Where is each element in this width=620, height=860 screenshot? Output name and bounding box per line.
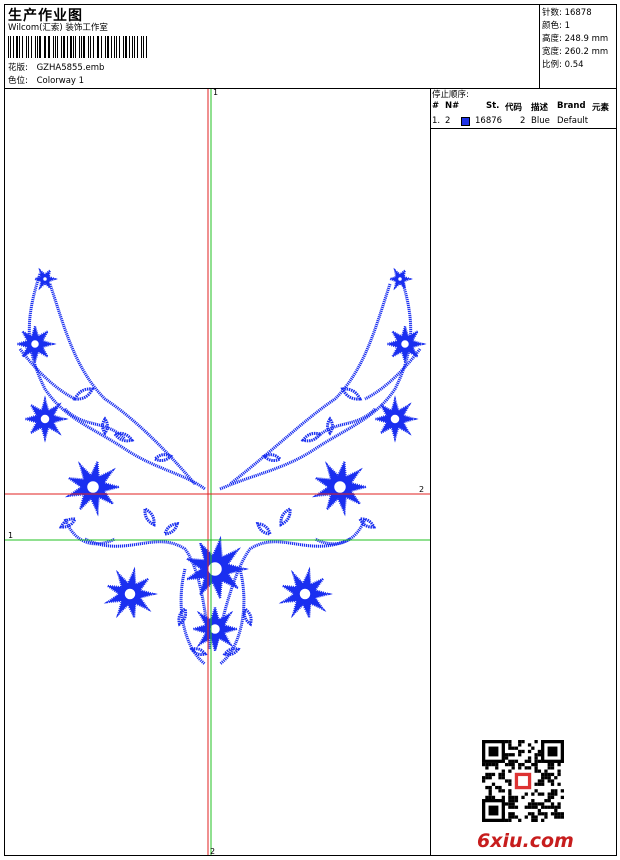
panel-divider bbox=[430, 88, 431, 856]
design-label: 花版: bbox=[8, 63, 28, 73]
col-brand: Brand bbox=[557, 101, 586, 111]
stat-height: 高度: 248.9 mm bbox=[542, 32, 608, 44]
stat-stitches: 针数: 16878 bbox=[542, 6, 592, 18]
stats-divider bbox=[539, 4, 540, 88]
company-name: Wilcom(汇索) 装饰工作室 bbox=[8, 23, 108, 33]
stat-label: 宽度: bbox=[542, 47, 562, 57]
row-brand: Default bbox=[557, 116, 589, 126]
row-index: 1. bbox=[432, 116, 441, 126]
stat-value: 260.2 mm bbox=[564, 47, 609, 57]
stat-value: 248.9 mm bbox=[564, 34, 609, 44]
stat-label: 比例: bbox=[542, 60, 562, 70]
guide-label-left: 1 bbox=[8, 531, 14, 540]
colorway-label: 色位: bbox=[8, 76, 28, 86]
guide-label-right: 2 bbox=[419, 485, 425, 494]
table-divider bbox=[430, 128, 617, 129]
colorway-value: Colorway 1 bbox=[36, 76, 85, 86]
col-element: 元素 bbox=[592, 103, 610, 113]
design-row: 花版: GZHA5855.emb bbox=[8, 62, 104, 74]
design-canvas[interactable] bbox=[5, 89, 430, 855]
stat-label: 高度: bbox=[542, 34, 562, 44]
stat-value: 16878 bbox=[564, 8, 592, 18]
col-needle: N# bbox=[445, 101, 460, 111]
embroidery-design bbox=[13, 267, 427, 666]
guide-label-bottom: 2 bbox=[210, 847, 216, 856]
stat-label: 针数: bbox=[542, 8, 562, 18]
color-swatch bbox=[461, 117, 470, 126]
stat-width: 宽度: 260.2 mm bbox=[542, 45, 608, 57]
stat-scale: 比例: 0.54 bbox=[542, 58, 584, 70]
col-description: 描述 bbox=[531, 103, 549, 113]
col-code: 代码 bbox=[505, 103, 523, 113]
stat-colors: 颜色: 1 bbox=[542, 19, 570, 31]
col-index: # bbox=[432, 101, 440, 111]
stop-sequence-title: 停止顺序: bbox=[432, 90, 469, 100]
barcode bbox=[8, 36, 150, 58]
colorway-row: 色位: Colorway 1 bbox=[8, 75, 84, 87]
row-stitches: 16876 bbox=[475, 116, 503, 126]
row-description: Blue bbox=[531, 116, 550, 126]
stat-value: 0.54 bbox=[564, 60, 584, 70]
stat-label: 颜色: bbox=[542, 21, 562, 31]
watermark-logo: 6xiu.com bbox=[477, 830, 574, 852]
guide-label-top: 1 bbox=[213, 88, 219, 97]
col-stitches: St. bbox=[486, 101, 500, 111]
design-file: GZHA5855.emb bbox=[36, 63, 105, 73]
stat-value: 1 bbox=[564, 21, 570, 31]
row-code: 2 bbox=[520, 116, 526, 126]
qr-code bbox=[482, 740, 564, 822]
row-needle: 2 bbox=[445, 116, 451, 126]
